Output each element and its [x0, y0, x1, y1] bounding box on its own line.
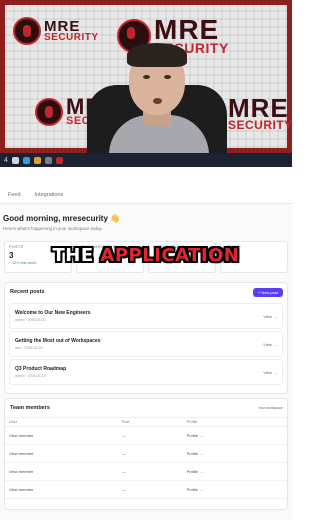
table-row: View member — Profile →	[5, 426, 287, 445]
taskbar-app-icon[interactable]	[44, 156, 52, 164]
member-link[interactable]: View member	[5, 480, 118, 499]
column-header-role: Role	[117, 417, 183, 427]
post-item[interactable]: Welcome to Our New Engineers admin · 202…	[9, 303, 283, 329]
taskbar-app-icon[interactable]	[22, 156, 30, 164]
view-post-link[interactable]: View →	[263, 342, 277, 347]
taskbar-app-icon[interactable]	[33, 156, 41, 164]
dashboard-app: Feed Integrations Good morning, mresecur…	[0, 186, 292, 520]
spider-emblem-icon	[35, 97, 63, 126]
taskbar-count: 4	[4, 156, 8, 164]
table-row: View member — Profile →	[5, 444, 287, 463]
profile-link[interactable]: Profile →	[182, 426, 287, 445]
tab-integrations[interactable]: Integrations	[35, 192, 64, 198]
webcam-feed: MRE SECURITY MRE SECURITY MRE SECURITY M…	[0, 0, 292, 167]
recent-posts-title: Recent posts	[10, 289, 45, 295]
table-row: View member — Profile →	[5, 462, 287, 481]
member-role: —	[117, 480, 183, 499]
page-title: Good morning, mresecurity 👋	[3, 214, 121, 223]
profile-link[interactable]: Profile →	[182, 462, 287, 481]
view-post-link[interactable]: View →	[263, 314, 277, 319]
member-role: —	[117, 426, 183, 445]
post-item[interactable]: Q3 Product Roadmap admin · 2026-03-15 Vi…	[9, 359, 283, 385]
member-role: —	[117, 462, 183, 481]
tab-feed[interactable]: Feed	[8, 192, 21, 198]
spider-emblem-icon	[13, 17, 41, 45]
video-caption-overlay: THE APPLICATION	[52, 245, 240, 266]
taskbar-app-icon[interactable]	[55, 156, 63, 164]
member-link[interactable]: View member	[5, 444, 118, 463]
presenter	[77, 35, 237, 165]
column-header-user: User	[5, 417, 118, 427]
app-tab-bar: Feed Integrations	[0, 186, 292, 204]
team-members-panel: Team members Your workspace User Role Pr…	[4, 398, 288, 510]
member-link[interactable]: View member	[5, 426, 118, 445]
team-members-title: Team members	[10, 405, 50, 411]
post-item[interactable]: Getting the Most out of Workspaces alex …	[9, 331, 283, 357]
profile-link[interactable]: Profile →	[182, 480, 287, 499]
waving-hand-icon: 👋	[110, 214, 121, 223]
view-post-link[interactable]: View →	[263, 370, 277, 375]
page-subtitle: Here's what's happening in your workspac…	[3, 226, 103, 231]
table-row: View member — Profile →	[5, 480, 287, 499]
column-header-profile: Profile	[182, 417, 287, 427]
webcam-background: MRE SECURITY MRE SECURITY MRE SECURITY M…	[0, 0, 292, 165]
profile-link[interactable]: Profile →	[182, 444, 287, 463]
member-link[interactable]: View member	[5, 462, 118, 481]
member-role: —	[117, 444, 183, 463]
taskbar-app-icon[interactable]	[11, 156, 19, 164]
team-members-table: User Role Profile View member — Profile …	[5, 417, 287, 499]
taskbar: 4	[0, 153, 292, 167]
workspace-link[interactable]: Your workspace	[258, 406, 283, 410]
recent-posts-panel: Recent posts + New post Welcome to Our N…	[4, 282, 288, 394]
new-post-button[interactable]: + New post	[252, 287, 283, 297]
